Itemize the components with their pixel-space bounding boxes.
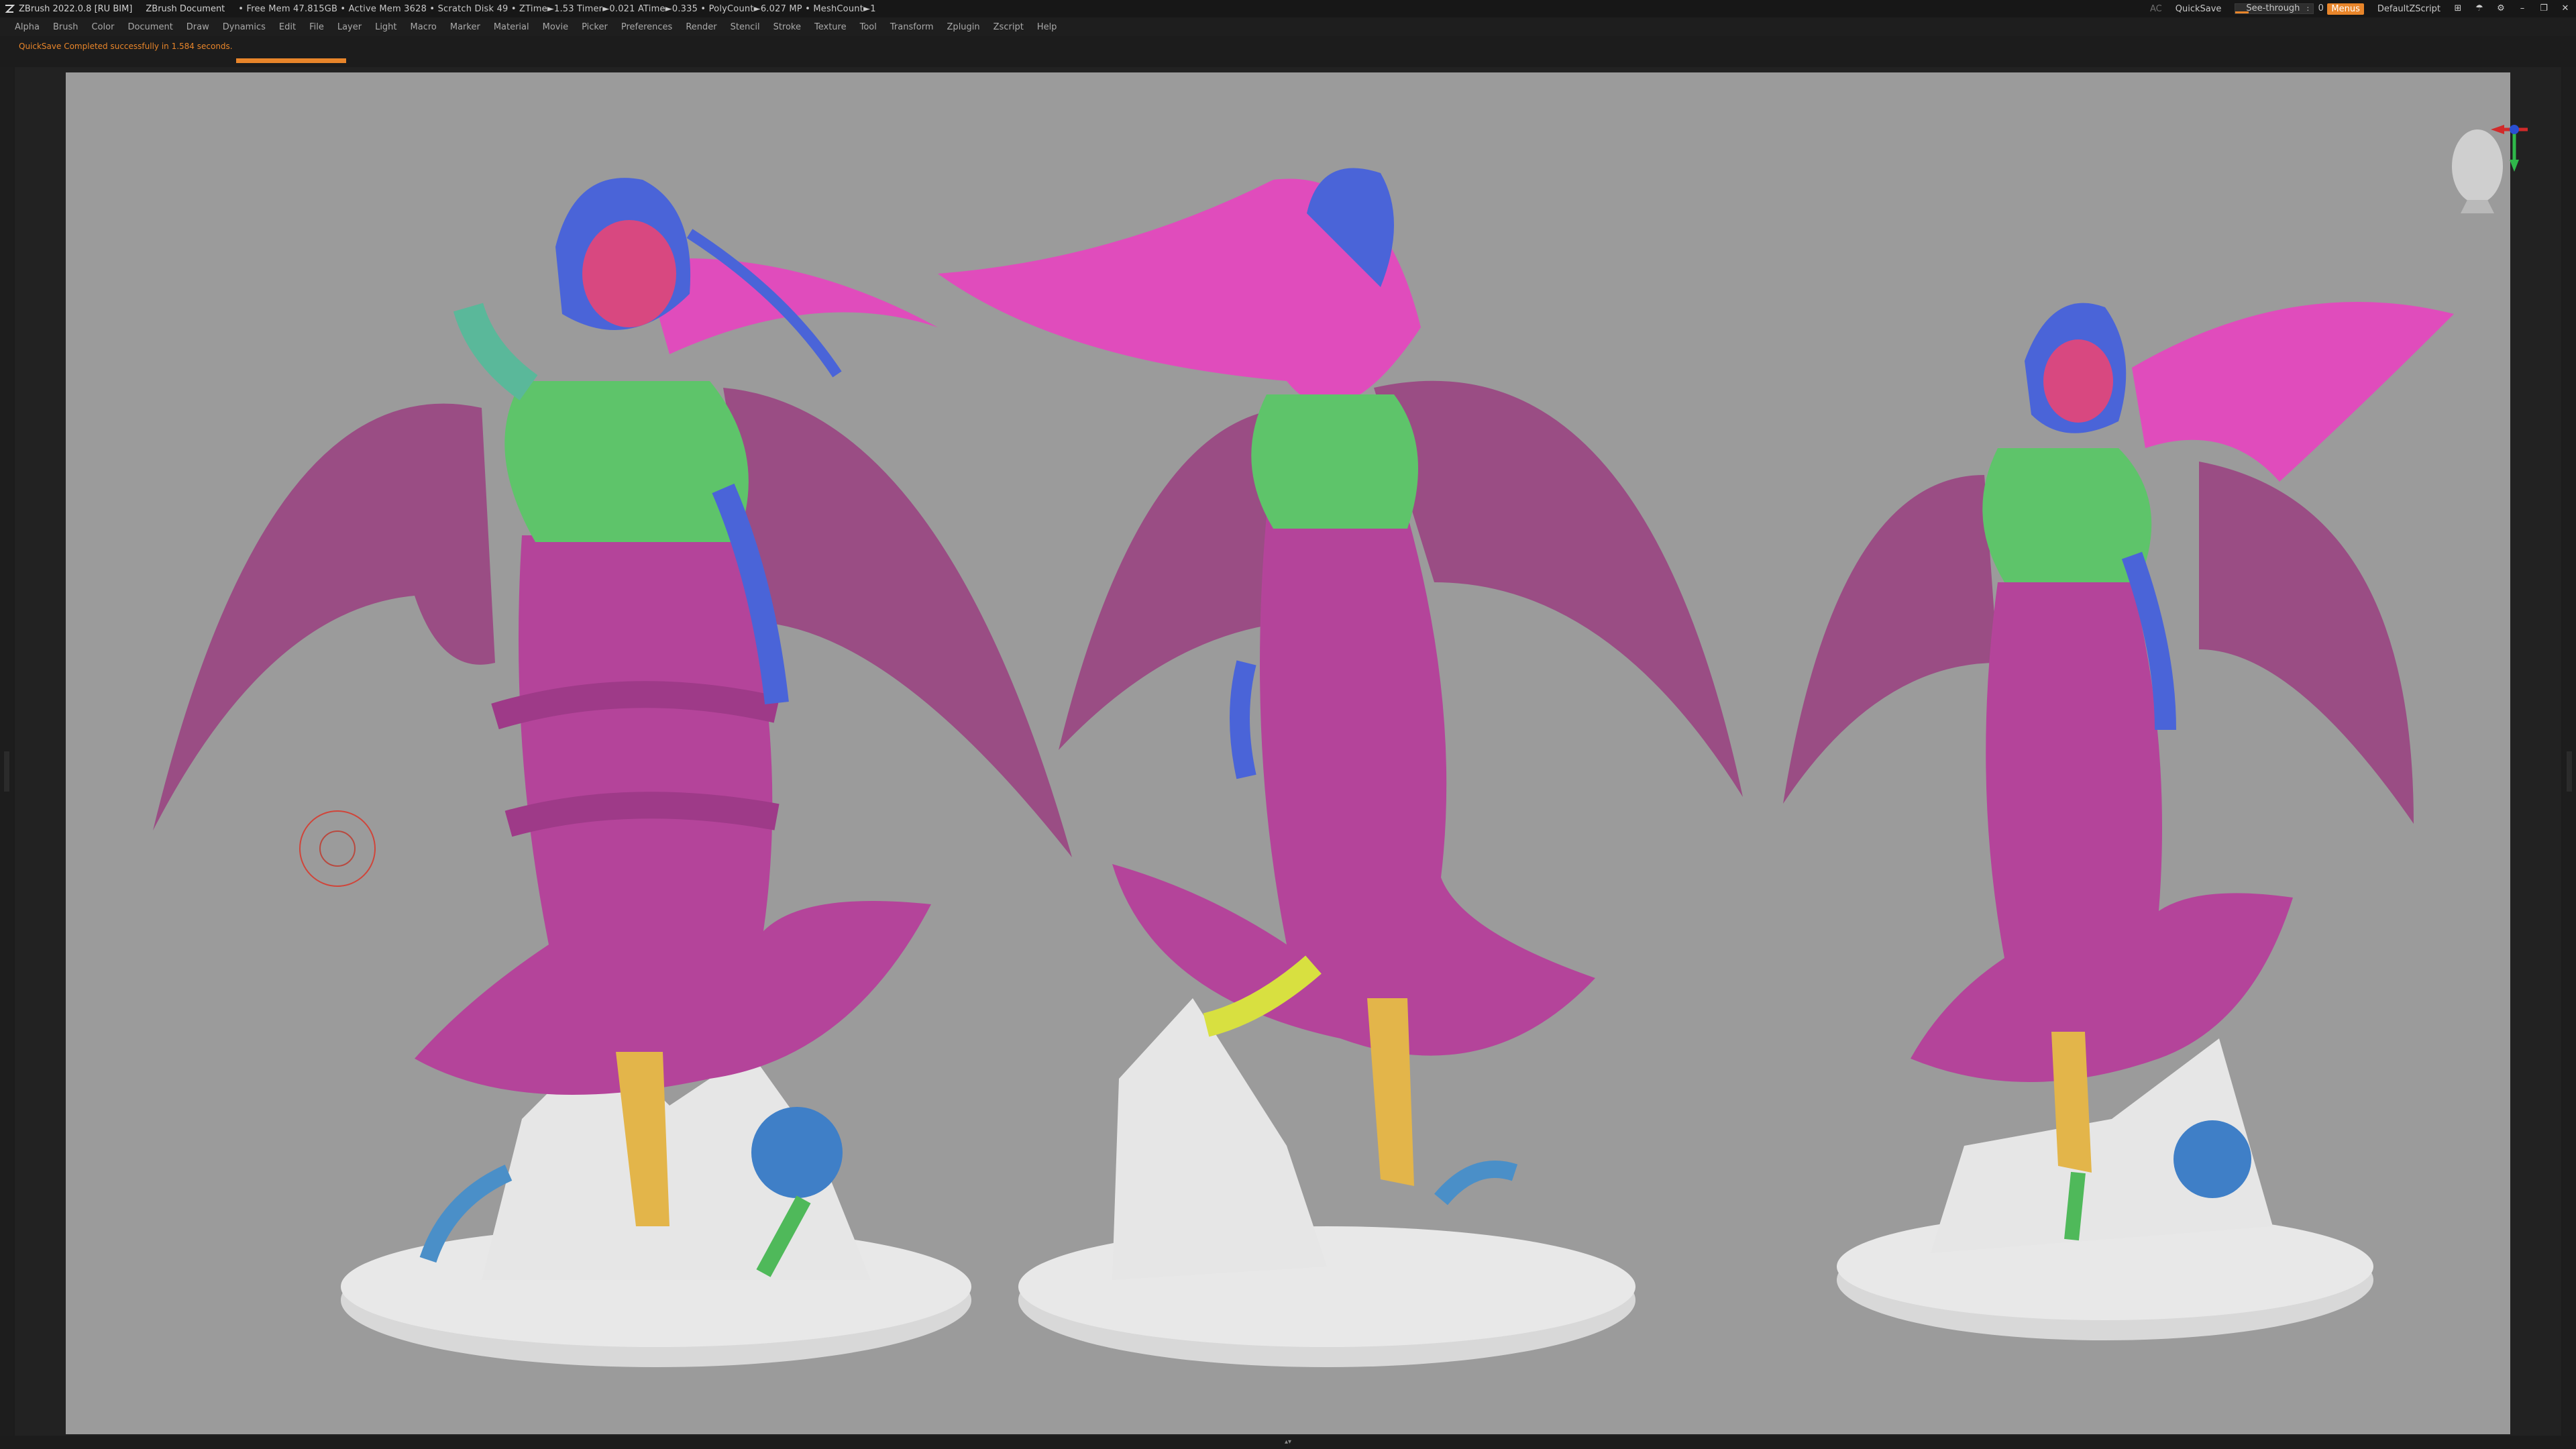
main-menu-bar: Alpha Brush Color Document Draw Dynamics Edit F…: [0, 17, 2576, 36]
brush-cursor-icon: [299, 810, 376, 887]
menu-transform[interactable]: Transform: [890, 22, 934, 32]
menu-stencil[interactable]: Stencil: [731, 22, 760, 32]
menu-material[interactable]: Material: [494, 22, 529, 32]
app-title: ZBrush 2022.0.8 [RU BIM]: [19, 3, 133, 14]
figure-side: [1783, 302, 2454, 1340]
menu-edit[interactable]: Edit: [279, 22, 296, 32]
right-tray-handle[interactable]: [2567, 751, 2572, 792]
menu-light[interactable]: Light: [375, 22, 396, 32]
menu-picker[interactable]: Picker: [582, 22, 608, 32]
menu-zplugin[interactable]: Zplugin: [947, 22, 980, 32]
title-bar: ZBrush 2022.0.8 [RU BIM] ZBrush Document…: [0, 0, 2576, 17]
see-through-value: 0: [2318, 3, 2324, 13]
menu-color[interactable]: Color: [91, 22, 114, 32]
document-canvas[interactable]: [66, 72, 2528, 1434]
left-tray[interactable]: [0, 67, 13, 1436]
menu-macro[interactable]: Macro: [411, 22, 437, 32]
menu-draw[interactable]: Draw: [186, 22, 209, 32]
settings-icon[interactable]: ⚙: [2494, 4, 2508, 13]
see-through-label: See-through: [2246, 3, 2300, 13]
quicksave-progress-bar: [236, 58, 346, 63]
navigation-head-icon[interactable]: [2440, 99, 2534, 213]
right-tray[interactable]: [2563, 67, 2576, 1436]
menu-zscript[interactable]: Zscript: [994, 22, 1024, 32]
memory-stats: • Free Mem 47.815GB • Active Mem 3628 • …: [238, 3, 876, 14]
menus-button[interactable]: Menus: [2327, 3, 2364, 15]
see-through-slider[interactable]: See-through: 0: [2235, 3, 2324, 14]
menu-texture[interactable]: Texture: [814, 22, 847, 32]
ac-label[interactable]: AC: [2150, 4, 2162, 14]
figure-back: [938, 168, 1743, 1367]
menu-brush[interactable]: Brush: [53, 22, 78, 32]
menu-preferences[interactable]: Preferences: [621, 22, 672, 32]
help-icon[interactable]: ☂: [2473, 4, 2486, 13]
layout-icon[interactable]: ⊞: [2451, 4, 2465, 13]
default-zscript-button[interactable]: DefaultZScript: [2377, 4, 2440, 14]
menu-movie[interactable]: Movie: [543, 22, 568, 32]
document-title: ZBrush Document: [146, 3, 225, 14]
sculpt-scene: [153, 168, 2454, 1367]
minimize-icon[interactable]: –: [2516, 4, 2529, 13]
menu-marker[interactable]: Marker: [450, 22, 480, 32]
bottom-tray-handle[interactable]: ▴▾: [1234, 1438, 1342, 1446]
zbrush-logo-icon: [5, 5, 15, 13]
menu-tool[interactable]: Tool: [860, 22, 877, 32]
quicksave-message: QuickSave Completed successfully in 1.58…: [19, 42, 233, 51]
menu-alpha[interactable]: Alpha: [15, 22, 40, 32]
maximize-icon[interactable]: ❐: [2537, 4, 2551, 13]
menu-document[interactable]: Document: [127, 22, 172, 32]
menu-help[interactable]: Help: [1037, 22, 1057, 32]
figure-front: [153, 178, 1072, 1367]
notification-bar: QuickSave Completed successfully in 1.58…: [0, 36, 2576, 56]
menu-file[interactable]: File: [309, 22, 324, 32]
left-tray-handle[interactable]: [4, 751, 9, 792]
menu-dynamics[interactable]: Dynamics: [223, 22, 266, 32]
menu-stroke[interactable]: Stroke: [773, 22, 801, 32]
menu-layer[interactable]: Layer: [337, 22, 362, 32]
quicksave-button[interactable]: QuickSave: [2176, 4, 2222, 14]
close-icon[interactable]: ✕: [2559, 4, 2572, 13]
menu-render[interactable]: Render: [686, 22, 716, 32]
